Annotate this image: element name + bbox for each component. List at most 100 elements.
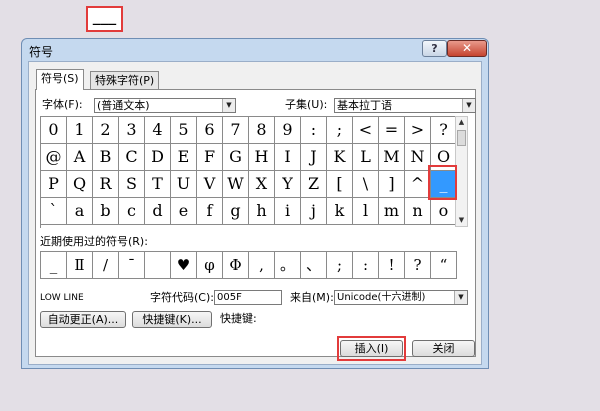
- symbol-cell[interactable]: S: [119, 171, 145, 198]
- symbol-cell[interactable]: >: [405, 117, 431, 144]
- recent-symbol-cell[interactable]: /: [93, 252, 119, 279]
- symbol-cell[interactable]: V: [197, 171, 223, 198]
- symbol-cell[interactable]: j: [301, 198, 327, 225]
- symbol-cell[interactable]: a: [67, 198, 93, 225]
- shortcut-key-button[interactable]: 快捷键(K)...: [132, 311, 212, 328]
- symbol-cell[interactable]: f: [197, 198, 223, 225]
- recent-symbol-cell[interactable]: [145, 252, 171, 279]
- symbol-cell[interactable]: P: [41, 171, 67, 198]
- symbol-cell[interactable]: n: [405, 198, 431, 225]
- symbol-cell[interactable]: \: [353, 171, 379, 198]
- symbol-cell[interactable]: <: [353, 117, 379, 144]
- symbol-cell[interactable]: =: [379, 117, 405, 144]
- symbol-cell[interactable]: Q: [67, 171, 93, 198]
- symbol-cell[interactable]: @: [41, 144, 67, 171]
- recent-symbol-cell[interactable]: 。: [275, 252, 301, 279]
- symbol-cell[interactable]: 4: [145, 117, 171, 144]
- symbol-cell[interactable]: I: [275, 144, 301, 171]
- tab-symbols[interactable]: 符号(S): [36, 69, 84, 90]
- symbol-cell[interactable]: 7: [223, 117, 249, 144]
- symbol-cell[interactable]: L: [353, 144, 379, 171]
- symbol-cell[interactable]: A: [67, 144, 93, 171]
- recent-symbol-cell[interactable]: “: [431, 252, 457, 279]
- symbol-cell[interactable]: X: [249, 171, 275, 198]
- symbol-grid-scrollbar[interactable]: ▲ ▼: [455, 116, 468, 227]
- symbol-cell[interactable]: G: [223, 144, 249, 171]
- symbol-cell[interactable]: 6: [197, 117, 223, 144]
- recent-symbol-cell[interactable]: ;: [327, 252, 353, 279]
- symbol-cell[interactable]: 8: [249, 117, 275, 144]
- symbol-cell[interactable]: B: [93, 144, 119, 171]
- dialog-titlebar[interactable]: 符号 ? ✕: [22, 39, 488, 61]
- symbol-cell[interactable]: k: [327, 198, 353, 225]
- symbol-cell[interactable]: l: [353, 198, 379, 225]
- scroll-up-icon[interactable]: ▲: [456, 117, 467, 128]
- symbol-cell[interactable]: Y: [275, 171, 301, 198]
- close-button[interactable]: 关闭: [412, 340, 475, 357]
- symbol-cell[interactable]: 0: [41, 117, 67, 144]
- symbol-cell[interactable]: [: [327, 171, 353, 198]
- symbol-cell[interactable]: g: [223, 198, 249, 225]
- recent-symbol-cell[interactable]: Φ: [223, 252, 249, 279]
- symbol-cell[interactable]: 9: [275, 117, 301, 144]
- symbol-cell[interactable]: o: [431, 198, 457, 225]
- symbol-cell[interactable]: 2: [93, 117, 119, 144]
- symbol-cell[interactable]: i: [275, 198, 301, 225]
- symbol-cell[interactable]: c: [119, 198, 145, 225]
- symbol-cell[interactable]: 1: [67, 117, 93, 144]
- subset-select[interactable]: 基本拉丁语 ▼: [334, 98, 476, 113]
- autocorrect-button[interactable]: 自动更正(A)...: [40, 311, 126, 328]
- recent-symbol-cell[interactable]: Ⅱ: [67, 252, 93, 279]
- symbol-cell[interactable]: M: [379, 144, 405, 171]
- recent-symbol-cell[interactable]: _: [41, 252, 67, 279]
- recent-symbol-cell[interactable]: :: [353, 252, 379, 279]
- help-button[interactable]: ?: [422, 40, 447, 57]
- symbol-cell[interactable]: 5: [171, 117, 197, 144]
- from-select[interactable]: Unicode(十六进制) ▼: [334, 290, 468, 305]
- symbol-cell[interactable]: C: [119, 144, 145, 171]
- recent-symbol-cell[interactable]: ¯: [119, 252, 145, 279]
- char-code-input[interactable]: 005F: [214, 290, 282, 305]
- symbol-cell[interactable]: d: [145, 198, 171, 225]
- symbol-cell[interactable]: ;: [327, 117, 353, 144]
- symbol-cell[interactable]: T: [145, 171, 171, 198]
- symbol-cell[interactable]: m: [379, 198, 405, 225]
- symbol-cell[interactable]: J: [301, 144, 327, 171]
- chevron-down-icon[interactable]: ▼: [454, 291, 467, 304]
- symbol-cell[interactable]: K: [327, 144, 353, 171]
- symbol-cell[interactable]: `: [41, 198, 67, 225]
- symbol-cell[interactable]: H: [249, 144, 275, 171]
- symbol-cell[interactable]: :: [301, 117, 327, 144]
- symbol-cell[interactable]: O: [431, 144, 457, 171]
- symbol-cell[interactable]: e: [171, 198, 197, 225]
- scroll-down-icon[interactable]: ▼: [456, 215, 467, 226]
- scroll-thumb[interactable]: [457, 130, 466, 146]
- tab-special-characters[interactable]: 特殊字符(P): [90, 71, 160, 89]
- recent-symbol-cell[interactable]: ,: [249, 252, 275, 279]
- symbol-cell[interactable]: U: [171, 171, 197, 198]
- symbol-cell[interactable]: ]: [379, 171, 405, 198]
- chevron-down-icon[interactable]: ▼: [462, 99, 475, 112]
- symbol-cell[interactable]: N: [405, 144, 431, 171]
- font-select[interactable]: (普通文本) ▼: [94, 98, 236, 113]
- symbol-cell[interactable]: Z: [301, 171, 327, 198]
- symbol-cell[interactable]: ^: [405, 171, 431, 198]
- symbol-cell-selected[interactable]: _: [431, 171, 457, 198]
- recent-symbol-cell[interactable]: φ: [197, 252, 223, 279]
- insert-button[interactable]: 插入(I): [340, 340, 403, 357]
- window-close-button[interactable]: ✕: [447, 40, 487, 57]
- chevron-down-icon[interactable]: ▼: [222, 99, 235, 112]
- recent-symbol-cell[interactable]: ♥: [171, 252, 197, 279]
- symbol-cell[interactable]: E: [171, 144, 197, 171]
- recent-symbol-cell[interactable]: 、: [301, 252, 327, 279]
- symbol-cell[interactable]: F: [197, 144, 223, 171]
- symbol-cell[interactable]: 3: [119, 117, 145, 144]
- recent-symbol-cell[interactable]: ?: [405, 252, 431, 279]
- symbol-cell[interactable]: R: [93, 171, 119, 198]
- symbol-cell[interactable]: ?: [431, 117, 457, 144]
- symbol-cell[interactable]: W: [223, 171, 249, 198]
- symbol-cell[interactable]: D: [145, 144, 171, 171]
- symbol-cell[interactable]: b: [93, 198, 119, 225]
- recent-symbol-cell[interactable]: !: [379, 252, 405, 279]
- symbol-cell[interactable]: h: [249, 198, 275, 225]
